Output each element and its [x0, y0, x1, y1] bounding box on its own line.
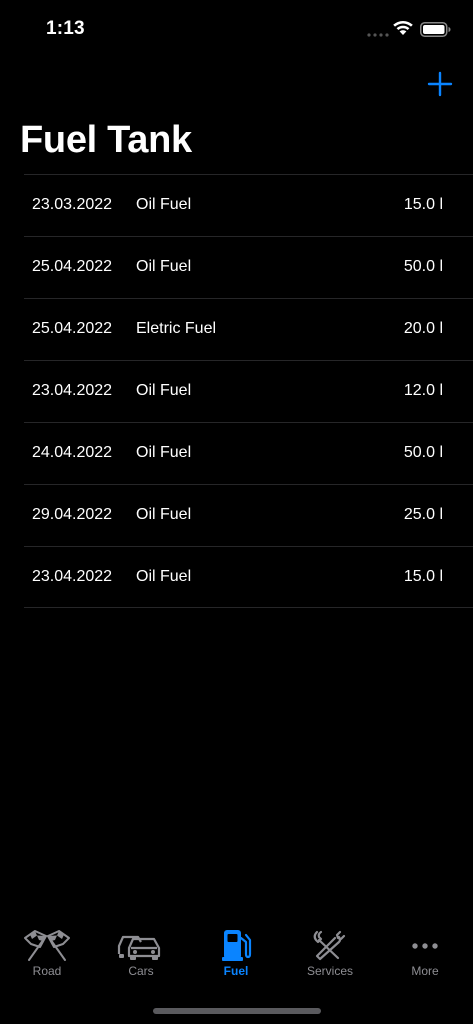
tab-more[interactable]: More: [378, 928, 472, 988]
entry-amount: 20.0 l: [403, 320, 443, 337]
cellular-signal-icon: [367, 33, 389, 37]
tab-label: Fuel: [223, 964, 249, 978]
entry-amount: 50.0 l: [403, 444, 443, 461]
entry-date: 23.03.2022: [32, 196, 113, 213]
checkered-flags-icon: [24, 930, 70, 961]
more-dots-icon: [412, 943, 438, 949]
entry-fuel-type: Oil Fuel: [136, 568, 192, 585]
home-indicator: [153, 1008, 321, 1014]
tab-cars[interactable]: Cars: [94, 928, 188, 988]
list-item[interactable]: 25.04.2022 Eletric Fuel 20.0 l: [0, 298, 473, 360]
tab-label: Services: [306, 964, 353, 978]
tab-label: Road: [32, 964, 62, 978]
entry-date: 29.04.2022: [32, 506, 113, 523]
battery-icon: [420, 22, 451, 37]
entry-fuel-type: Oil Fuel: [136, 258, 192, 275]
fuel-entries-list: 23.03.2022 Oil Fuel 15.0 l 25.04.2022 Oi…: [0, 174, 473, 608]
status-bar: 1:13: [0, 0, 473, 60]
list-item[interactable]: 24.04.2022 Oil Fuel 50.0 l: [0, 422, 473, 484]
fuel-pump-icon: [222, 930, 252, 961]
list-item[interactable]: 25.04.2022 Oil Fuel 50.0 l: [0, 236, 473, 298]
tools-icon: [313, 930, 346, 961]
cars-icon: [117, 935, 161, 960]
tab-label: Cars: [128, 964, 154, 978]
entry-amount: 15.0 l: [403, 568, 443, 585]
entry-date: 25.04.2022: [32, 320, 113, 337]
status-time: 1:13: [46, 18, 85, 39]
entry-date: 24.04.2022: [32, 444, 113, 461]
entry-date: 25.04.2022: [32, 258, 113, 275]
entry-date: 23.04.2022: [32, 568, 113, 585]
entry-amount: 25.0 l: [403, 506, 443, 523]
tab-fuel[interactable]: Fuel: [189, 928, 283, 988]
entry-amount: 50.0 l: [403, 258, 443, 275]
tab-road[interactable]: Road: [0, 928, 94, 988]
entry-fuel-type: Oil Fuel: [136, 444, 192, 461]
entry-amount: 15.0 l: [403, 196, 443, 213]
list-item[interactable]: 29.04.2022 Oil Fuel 25.0 l: [0, 484, 473, 546]
list-item[interactable]: 23.04.2022 Oil Fuel 15.0 l: [0, 546, 473, 608]
entry-fuel-type: Eletric Fuel: [136, 320, 217, 337]
plus-icon: [427, 71, 453, 97]
tab-services[interactable]: Services: [283, 928, 377, 988]
wifi-icon: [393, 20, 413, 35]
entry-date: 23.04.2022: [32, 382, 113, 399]
entry-fuel-type: Oil Fuel: [136, 382, 192, 399]
tab-label: More: [411, 964, 439, 978]
entry-amount: 12.0 l: [403, 382, 443, 399]
entry-fuel-type: Oil Fuel: [136, 506, 192, 523]
entry-fuel-type: Oil Fuel: [136, 196, 192, 213]
list-item[interactable]: 23.03.2022 Oil Fuel 15.0 l: [0, 174, 473, 236]
add-button[interactable]: [426, 70, 454, 98]
page-title: Fuel Tank: [20, 119, 192, 161]
list-item[interactable]: 23.04.2022 Oil Fuel 12.0 l: [0, 360, 473, 422]
